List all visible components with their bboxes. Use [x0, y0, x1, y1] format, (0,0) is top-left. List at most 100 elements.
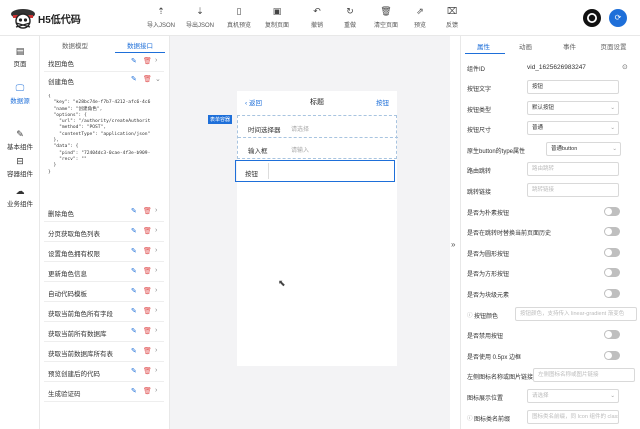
api-list-item[interactable]: 创建角色 ✎ 🗑 ⌄: [44, 70, 164, 90]
help-icon[interactable]: ⓘ: [467, 414, 473, 422]
redo-button[interactable]: ↻ 重做: [330, 6, 370, 29]
property-select[interactable]: 请选择 ⌄: [527, 389, 619, 403]
edit-icon[interactable]: ✎: [131, 367, 137, 375]
api-list-item[interactable]: 自动代码模板 ✎ 🗑 ›: [44, 282, 164, 302]
tab-events[interactable]: 事件: [547, 41, 592, 51]
tab-animation[interactable]: 动画: [503, 41, 548, 51]
property-row: 是否为朴素按钮: [467, 202, 637, 222]
feedback-button[interactable]: ⌧ 反馈: [432, 6, 472, 29]
copy-id-icon[interactable]: ⊙: [622, 63, 628, 71]
delete-icon[interactable]: 🗑: [143, 367, 152, 375]
chevron-right-icon[interactable]: ›: [155, 287, 157, 294]
toolbar-label: 真机预览: [226, 23, 251, 29]
field-label: 时间选择器: [248, 127, 281, 134]
delete-icon[interactable]: 🗑: [143, 347, 152, 355]
delete-icon[interactable]: 🗑: [143, 387, 152, 395]
property-input[interactable]: 路由跳转: [527, 162, 619, 177]
run-icon[interactable]: ⟳: [609, 9, 627, 27]
delete-icon[interactable]: 🗑: [143, 247, 152, 255]
api-list-item[interactable]: 找回角色 ✎ 🗑 ›: [44, 52, 164, 72]
api-list-item[interactable]: 设置角色拥有权限 ✎ 🗑 ›: [44, 242, 164, 262]
tab-page-settings[interactable]: 页面设置: [591, 41, 636, 51]
chevron-right-icon[interactable]: ›: [155, 327, 157, 334]
property-placeholder: 左侧图标名称或图片链接: [538, 372, 599, 379]
edit-icon[interactable]: ✎: [131, 287, 137, 295]
toggle-switch[interactable]: [604, 247, 620, 257]
edit-icon[interactable]: ✎: [131, 227, 137, 235]
property-input[interactable]: 跳转链接: [527, 183, 619, 197]
collapse-panel-icon[interactable]: »: [451, 240, 458, 254]
tab-data-api[interactable]: 数据接口: [110, 40, 170, 50]
edit-icon[interactable]: ✎: [131, 247, 137, 255]
edit-icon[interactable]: ✎: [131, 387, 137, 395]
delete-icon[interactable]: 🗑: [143, 307, 152, 315]
nav-container-components[interactable]: ⊟ 容器组件: [0, 156, 40, 178]
property-select[interactable]: 默认按钮 ⌄: [527, 100, 619, 115]
edit-icon[interactable]: ✎: [131, 347, 137, 355]
import-json-button[interactable]: ⇡ 导入JSON: [141, 6, 181, 29]
nav-data-source[interactable]: 🖵 数据源: [0, 83, 40, 105]
api-list-item[interactable]: 获取当前数据库所有表 ✎ 🗑 ›: [44, 342, 164, 362]
edit-icon[interactable]: ✎: [131, 307, 137, 315]
toggle-switch[interactable]: [604, 350, 620, 360]
chevron-right-icon[interactable]: ›: [155, 347, 157, 354]
property-input[interactable]: 左侧图标名称或图片链接: [533, 368, 635, 383]
property-row: ⓘ 按钮颜色 按钮颜色，支持传入 linear-gradient 渐变色: [467, 305, 637, 325]
component-id-label: 组件ID: [467, 67, 486, 73]
chevron-right-icon[interactable]: ›: [155, 267, 157, 274]
toggle-switch[interactable]: [604, 289, 620, 298]
property-input[interactable]: 图标类名前缀，同 Icon 组件的 class-pref: [527, 409, 619, 424]
property-input[interactable]: 按钮: [527, 80, 619, 94]
toggle-switch[interactable]: [604, 227, 620, 237]
selected-button-component[interactable]: 按钮: [235, 160, 395, 182]
mouse-cursor-icon: ⬉: [278, 278, 286, 288]
delete-icon[interactable]: 🗑: [143, 287, 152, 295]
property-select[interactable]: 普通 ⌄: [527, 121, 619, 136]
help-icon[interactable]: ⓘ: [467, 311, 473, 319]
form-container[interactable]: 时间选择器 请选择 输入框 请输入: [237, 115, 398, 159]
toolbar-label: 导出JSON: [185, 23, 214, 29]
api-list-item[interactable]: 分页获取角色列表 ✎ 🗑 ›: [44, 222, 164, 242]
api-list-item[interactable]: 预览创建后的代码 ✎ 🗑 ›: [44, 362, 164, 382]
nav-label: 数据源: [10, 98, 30, 105]
chevron-down-icon[interactable]: ⌄: [155, 75, 161, 83]
input-field[interactable]: 输入框 请输入: [238, 137, 398, 159]
export-json-button[interactable]: ⇣ 导出JSON: [180, 6, 220, 29]
phone-preview-button[interactable]: ▯ 真机预览: [219, 6, 259, 29]
chevron-right-icon[interactable]: ›: [155, 367, 157, 374]
property-select[interactable]: 普通button ⌄: [546, 141, 621, 156]
export-icon: ⇣: [196, 6, 204, 16]
delete-icon[interactable]: 🗑: [143, 267, 152, 275]
api-list-item[interactable]: 更新角色信息 ✎ 🗑 ›: [44, 262, 164, 282]
page-icon: ▤: [15, 46, 25, 56]
api-list-item[interactable]: 生成验证码 ✎ 🗑 ›: [44, 382, 164, 402]
chevron-right-icon[interactable]: ›: [155, 307, 157, 314]
nav-right-button[interactable]: 按钮: [376, 97, 389, 107]
property-input[interactable]: 按钮颜色，支持传入 linear-gradient 渐变色: [515, 306, 637, 321]
api-list-item[interactable]: 获取当前所有数据库 ✎ 🗑 ›: [44, 322, 164, 342]
toggle-switch[interactable]: [604, 206, 620, 216]
delete-icon[interactable]: 🗑: [143, 227, 152, 235]
delete-icon[interactable]: 🗑: [143, 327, 152, 335]
tab-properties[interactable]: 属性: [461, 41, 506, 51]
copy-page-button[interactable]: ▣ 复制页面: [257, 6, 297, 29]
edit-icon[interactable]: ✎: [131, 327, 137, 335]
chevron-right-icon[interactable]: ›: [155, 247, 157, 254]
api-list-item[interactable]: 获取当前角色所有字段 ✎ 🗑 ›: [44, 302, 164, 322]
delete-icon[interactable]: 🗑: [143, 57, 152, 65]
edit-icon[interactable]: ✎: [131, 57, 137, 65]
toggle-switch[interactable]: [604, 330, 620, 340]
time-picker-field[interactable]: 时间选择器 请选择: [238, 116, 398, 138]
edit-icon[interactable]: ✎: [131, 267, 137, 275]
delete-icon[interactable]: 🗑: [143, 75, 152, 83]
tab-data-model[interactable]: 数据模型: [45, 40, 105, 50]
nav-business-components[interactable]: ☁ 业务组件: [0, 186, 40, 208]
nav-page[interactable]: ▤ 页面: [0, 46, 40, 68]
github-icon[interactable]: [583, 9, 601, 27]
chevron-right-icon[interactable]: ›: [155, 387, 157, 394]
chevron-right-icon[interactable]: ›: [155, 57, 157, 64]
toggle-switch[interactable]: [604, 268, 620, 278]
chevron-right-icon[interactable]: ›: [155, 227, 157, 234]
nav-basic-components[interactable]: ✎ 基本组件: [0, 129, 40, 151]
edit-icon[interactable]: ✎: [131, 75, 137, 83]
